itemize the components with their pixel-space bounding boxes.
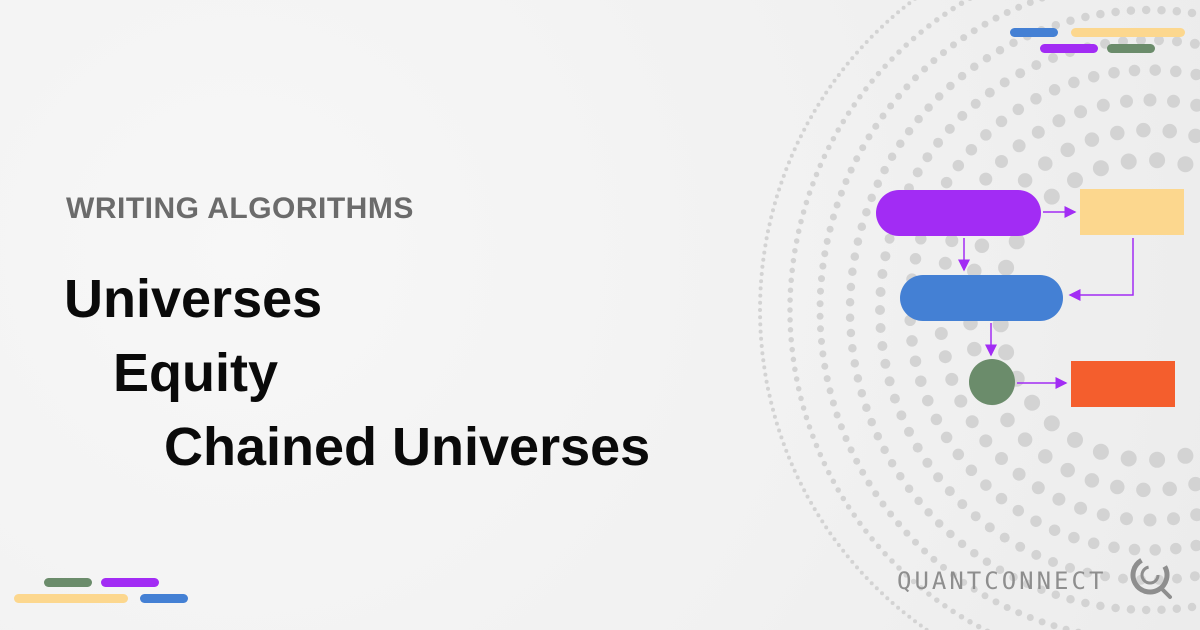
diagram-node-purple [876, 190, 1041, 236]
diagram-node-blue [900, 275, 1063, 321]
diagram-node-green [969, 359, 1015, 405]
quantconnect-logo-icon [1130, 555, 1172, 599]
diagram-node-yellow [1080, 189, 1184, 235]
hero-banner: WRITING ALGORITHMS Universes Equity Chai… [0, 0, 1200, 630]
brand-wordmark: QUANTCONNECT [897, 567, 1107, 595]
diagram-edge-yellow-blue [1068, 238, 1134, 301]
flow-diagram [876, 189, 1184, 407]
diagram-node-orange [1071, 361, 1175, 407]
